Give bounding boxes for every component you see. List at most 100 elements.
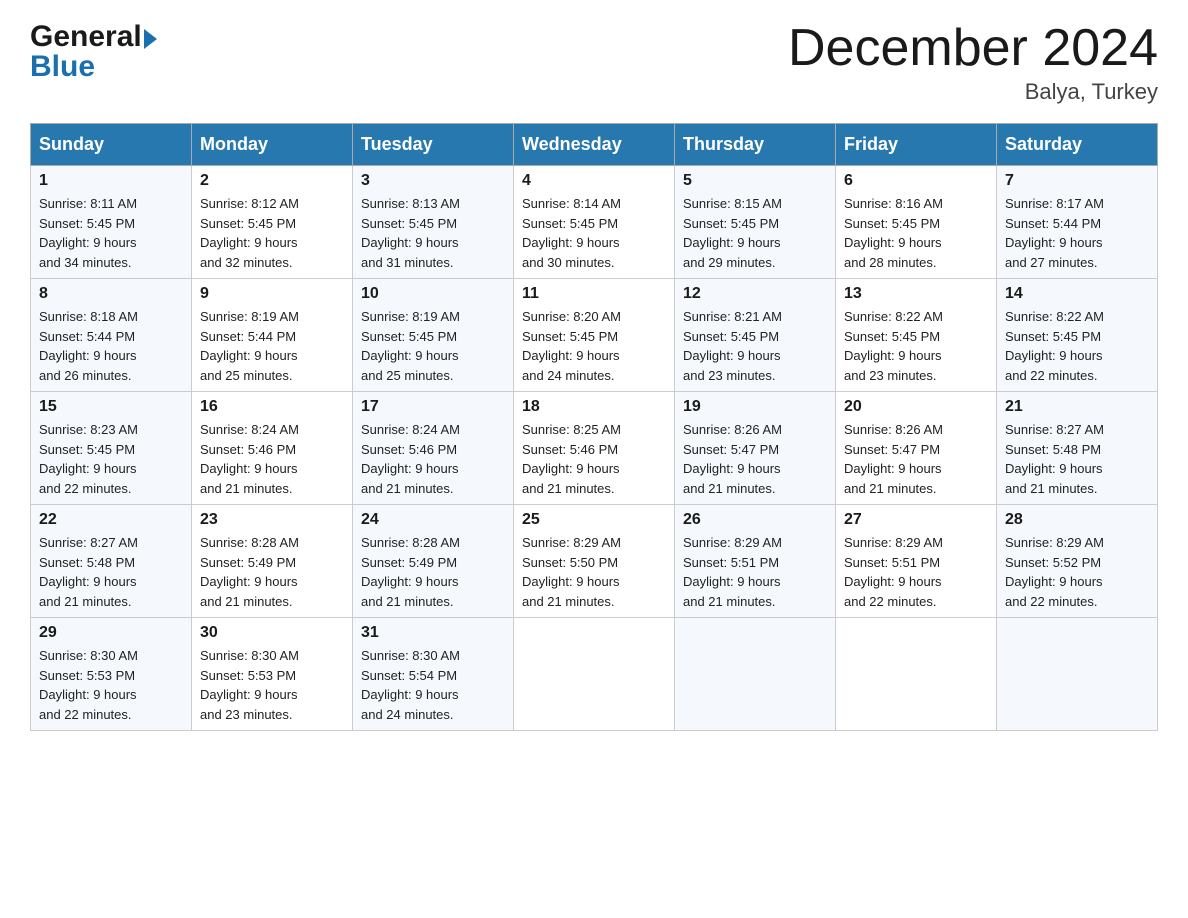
calendar-cell: 14 Sunrise: 8:22 AM Sunset: 5:45 PM Dayl… xyxy=(997,279,1158,392)
day-number: 31 xyxy=(361,624,505,642)
day-number: 6 xyxy=(844,172,988,190)
calendar-cell: 10 Sunrise: 8:19 AM Sunset: 5:45 PM Dayl… xyxy=(353,279,514,392)
day-number: 24 xyxy=(361,511,505,529)
page-header: General Blue December 2024 Balya, Turkey xyxy=(30,20,1158,105)
day-info: Sunrise: 8:27 AM Sunset: 5:48 PM Dayligh… xyxy=(1005,420,1149,498)
day-info: Sunrise: 8:24 AM Sunset: 5:46 PM Dayligh… xyxy=(361,420,505,498)
calendar-cell: 30 Sunrise: 8:30 AM Sunset: 5:53 PM Dayl… xyxy=(192,618,353,731)
calendar-cell: 18 Sunrise: 8:25 AM Sunset: 5:46 PM Dayl… xyxy=(514,392,675,505)
day-number: 8 xyxy=(39,285,183,303)
day-info: Sunrise: 8:25 AM Sunset: 5:46 PM Dayligh… xyxy=(522,420,666,498)
day-number: 16 xyxy=(200,398,344,416)
day-header-row: SundayMondayTuesdayWednesdayThursdayFrid… xyxy=(31,124,1158,166)
logo-general: General xyxy=(30,20,142,54)
calendar-cell: 1 Sunrise: 8:11 AM Sunset: 5:45 PM Dayli… xyxy=(31,166,192,279)
day-info: Sunrise: 8:26 AM Sunset: 5:47 PM Dayligh… xyxy=(683,420,827,498)
calendar-body: 1 Sunrise: 8:11 AM Sunset: 5:45 PM Dayli… xyxy=(31,166,1158,731)
calendar-cell xyxy=(836,618,997,731)
calendar-cell: 28 Sunrise: 8:29 AM Sunset: 5:52 PM Dayl… xyxy=(997,505,1158,618)
day-info: Sunrise: 8:28 AM Sunset: 5:49 PM Dayligh… xyxy=(200,533,344,611)
logo: General Blue xyxy=(30,20,157,84)
day-info: Sunrise: 8:13 AM Sunset: 5:45 PM Dayligh… xyxy=(361,194,505,272)
day-number: 22 xyxy=(39,511,183,529)
day-info: Sunrise: 8:17 AM Sunset: 5:44 PM Dayligh… xyxy=(1005,194,1149,272)
day-number: 17 xyxy=(361,398,505,416)
calendar-cell: 11 Sunrise: 8:20 AM Sunset: 5:45 PM Dayl… xyxy=(514,279,675,392)
day-info: Sunrise: 8:22 AM Sunset: 5:45 PM Dayligh… xyxy=(1005,307,1149,385)
calendar-cell: 16 Sunrise: 8:24 AM Sunset: 5:46 PM Dayl… xyxy=(192,392,353,505)
day-info: Sunrise: 8:14 AM Sunset: 5:45 PM Dayligh… xyxy=(522,194,666,272)
day-info: Sunrise: 8:29 AM Sunset: 5:52 PM Dayligh… xyxy=(1005,533,1149,611)
week-row-1: 1 Sunrise: 8:11 AM Sunset: 5:45 PM Dayli… xyxy=(31,166,1158,279)
day-number: 3 xyxy=(361,172,505,190)
header-sunday: Sunday xyxy=(31,124,192,166)
day-info: Sunrise: 8:12 AM Sunset: 5:45 PM Dayligh… xyxy=(200,194,344,272)
calendar-cell: 24 Sunrise: 8:28 AM Sunset: 5:49 PM Dayl… xyxy=(353,505,514,618)
day-info: Sunrise: 8:30 AM Sunset: 5:53 PM Dayligh… xyxy=(39,646,183,724)
calendar-cell: 8 Sunrise: 8:18 AM Sunset: 5:44 PM Dayli… xyxy=(31,279,192,392)
calendar-cell: 22 Sunrise: 8:27 AM Sunset: 5:48 PM Dayl… xyxy=(31,505,192,618)
calendar-cell: 21 Sunrise: 8:27 AM Sunset: 5:48 PM Dayl… xyxy=(997,392,1158,505)
calendar-cell: 23 Sunrise: 8:28 AM Sunset: 5:49 PM Dayl… xyxy=(192,505,353,618)
logo-blue: Blue xyxy=(30,50,95,84)
day-info: Sunrise: 8:30 AM Sunset: 5:54 PM Dayligh… xyxy=(361,646,505,724)
calendar-table: SundayMondayTuesdayWednesdayThursdayFrid… xyxy=(30,123,1158,731)
day-number: 4 xyxy=(522,172,666,190)
day-info: Sunrise: 8:27 AM Sunset: 5:48 PM Dayligh… xyxy=(39,533,183,611)
day-number: 5 xyxy=(683,172,827,190)
day-number: 23 xyxy=(200,511,344,529)
day-number: 30 xyxy=(200,624,344,642)
day-info: Sunrise: 8:18 AM Sunset: 5:44 PM Dayligh… xyxy=(39,307,183,385)
day-info: Sunrise: 8:19 AM Sunset: 5:45 PM Dayligh… xyxy=(361,307,505,385)
day-info: Sunrise: 8:16 AM Sunset: 5:45 PM Dayligh… xyxy=(844,194,988,272)
day-info: Sunrise: 8:29 AM Sunset: 5:51 PM Dayligh… xyxy=(844,533,988,611)
day-info: Sunrise: 8:22 AM Sunset: 5:45 PM Dayligh… xyxy=(844,307,988,385)
day-number: 19 xyxy=(683,398,827,416)
calendar-cell: 26 Sunrise: 8:29 AM Sunset: 5:51 PM Dayl… xyxy=(675,505,836,618)
day-number: 18 xyxy=(522,398,666,416)
calendar-cell: 25 Sunrise: 8:29 AM Sunset: 5:50 PM Dayl… xyxy=(514,505,675,618)
day-number: 1 xyxy=(39,172,183,190)
calendar-cell: 5 Sunrise: 8:15 AM Sunset: 5:45 PM Dayli… xyxy=(675,166,836,279)
calendar-cell: 3 Sunrise: 8:13 AM Sunset: 5:45 PM Dayli… xyxy=(353,166,514,279)
day-info: Sunrise: 8:26 AM Sunset: 5:47 PM Dayligh… xyxy=(844,420,988,498)
calendar-cell: 13 Sunrise: 8:22 AM Sunset: 5:45 PM Dayl… xyxy=(836,279,997,392)
day-info: Sunrise: 8:30 AM Sunset: 5:53 PM Dayligh… xyxy=(200,646,344,724)
day-info: Sunrise: 8:29 AM Sunset: 5:50 PM Dayligh… xyxy=(522,533,666,611)
header-wednesday: Wednesday xyxy=(514,124,675,166)
calendar-cell: 2 Sunrise: 8:12 AM Sunset: 5:45 PM Dayli… xyxy=(192,166,353,279)
day-number: 15 xyxy=(39,398,183,416)
day-number: 10 xyxy=(361,285,505,303)
calendar-cell: 20 Sunrise: 8:26 AM Sunset: 5:47 PM Dayl… xyxy=(836,392,997,505)
day-number: 28 xyxy=(1005,511,1149,529)
calendar-cell xyxy=(514,618,675,731)
day-number: 13 xyxy=(844,285,988,303)
day-number: 27 xyxy=(844,511,988,529)
month-title: December 2024 xyxy=(788,20,1158,77)
calendar-cell: 17 Sunrise: 8:24 AM Sunset: 5:46 PM Dayl… xyxy=(353,392,514,505)
day-number: 20 xyxy=(844,398,988,416)
day-info: Sunrise: 8:15 AM Sunset: 5:45 PM Dayligh… xyxy=(683,194,827,272)
calendar-cell: 29 Sunrise: 8:30 AM Sunset: 5:53 PM Dayl… xyxy=(31,618,192,731)
day-info: Sunrise: 8:23 AM Sunset: 5:45 PM Dayligh… xyxy=(39,420,183,498)
day-number: 29 xyxy=(39,624,183,642)
header-friday: Friday xyxy=(836,124,997,166)
day-number: 26 xyxy=(683,511,827,529)
calendar-cell xyxy=(675,618,836,731)
header-thursday: Thursday xyxy=(675,124,836,166)
header-monday: Monday xyxy=(192,124,353,166)
logo-arrow-icon xyxy=(144,29,157,49)
calendar-cell: 9 Sunrise: 8:19 AM Sunset: 5:44 PM Dayli… xyxy=(192,279,353,392)
week-row-2: 8 Sunrise: 8:18 AM Sunset: 5:44 PM Dayli… xyxy=(31,279,1158,392)
calendar-cell: 7 Sunrise: 8:17 AM Sunset: 5:44 PM Dayli… xyxy=(997,166,1158,279)
day-number: 21 xyxy=(1005,398,1149,416)
title-block: December 2024 Balya, Turkey xyxy=(788,20,1158,105)
day-info: Sunrise: 8:19 AM Sunset: 5:44 PM Dayligh… xyxy=(200,307,344,385)
day-number: 9 xyxy=(200,285,344,303)
calendar-cell xyxy=(997,618,1158,731)
day-number: 14 xyxy=(1005,285,1149,303)
header-tuesday: Tuesday xyxy=(353,124,514,166)
calendar-cell: 4 Sunrise: 8:14 AM Sunset: 5:45 PM Dayli… xyxy=(514,166,675,279)
calendar-cell: 6 Sunrise: 8:16 AM Sunset: 5:45 PM Dayli… xyxy=(836,166,997,279)
day-number: 2 xyxy=(200,172,344,190)
